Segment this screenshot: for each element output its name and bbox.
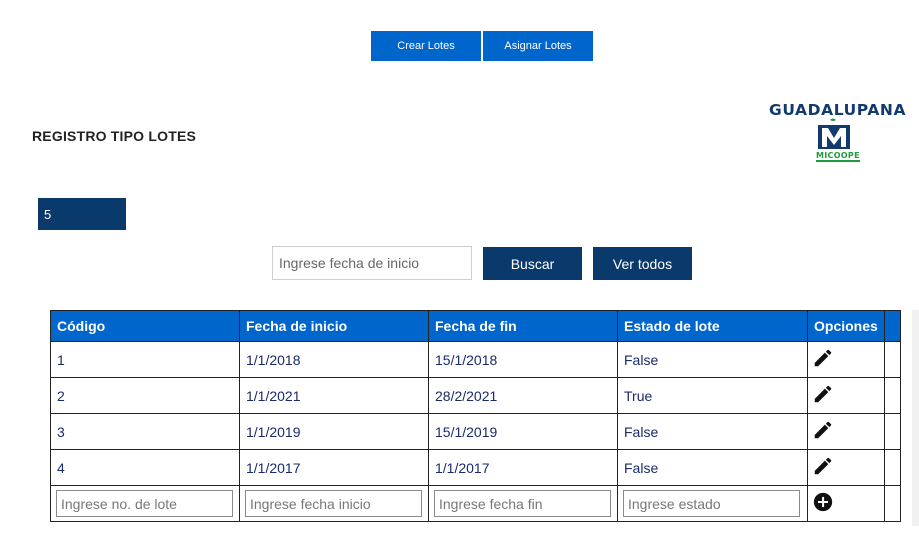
cell-estado: False	[617, 341, 808, 378]
new-estado-input[interactable]	[623, 490, 800, 517]
cell-codigo: 2	[50, 377, 240, 414]
cell-fecha-inicio: 1/1/2018	[239, 341, 429, 378]
cell-opciones	[807, 413, 885, 450]
ver-todos-button[interactable]: Ver todos	[593, 247, 692, 280]
table-row: 2 1/1/2021 28/2/2021 True	[50, 377, 901, 414]
counter-box: 5	[38, 198, 126, 230]
cell-opciones	[807, 341, 885, 378]
cell-spacer	[883, 413, 901, 450]
table-header-row: Código Fecha de inicio Fecha de fin Esta…	[50, 310, 901, 342]
new-codigo-input[interactable]	[56, 490, 233, 517]
cell-spacer	[883, 377, 901, 414]
table-row: 3 1/1/2019 15/1/2019 False	[50, 413, 901, 450]
cell-spacer	[883, 449, 901, 486]
logo-subtext: MICOOPE	[816, 151, 860, 162]
cell-codigo: 1	[50, 341, 240, 378]
cell-spacer	[883, 341, 901, 378]
cell-fecha-fin: 28/2/2021	[428, 377, 618, 414]
cell-estado: False	[617, 413, 808, 450]
cell-new-fin	[428, 485, 618, 522]
scrollbar-track[interactable]	[912, 310, 919, 526]
cell-new-codigo	[50, 485, 240, 522]
cell-fecha-inicio: 1/1/2019	[239, 413, 429, 450]
header-codigo: Código	[50, 310, 240, 342]
crear-lotes-button[interactable]: Crear Lotes	[371, 31, 481, 61]
micoope-logo-icon	[818, 118, 850, 149]
cell-new-inicio	[239, 485, 429, 522]
new-fecha-fin-input[interactable]	[434, 490, 611, 517]
cell-codigo: 3	[50, 413, 240, 450]
header-fecha-inicio: Fecha de inicio	[239, 310, 429, 342]
new-fecha-inicio-input[interactable]	[245, 490, 422, 517]
new-row	[50, 485, 901, 522]
lotes-table: Código Fecha de inicio Fecha de fin Esta…	[50, 310, 901, 522]
cell-new-opciones	[807, 485, 885, 522]
brand-logo: GUADALUPANA MICOOPE	[768, 101, 916, 165]
cell-fecha-inicio: 1/1/2021	[239, 377, 429, 414]
header-fecha-fin: Fecha de fin	[428, 310, 618, 342]
page-title: REGISTRO TIPO LOTES	[32, 128, 197, 144]
edit-pencil-icon[interactable]	[812, 419, 834, 444]
cell-fecha-fin: 1/1/2017	[428, 449, 618, 486]
lotes-table-wrap: Código Fecha de inicio Fecha de fin Esta…	[50, 310, 901, 522]
cell-fecha-inicio: 1/1/2017	[239, 449, 429, 486]
add-circle-icon[interactable]	[812, 491, 834, 516]
cell-opciones	[807, 449, 885, 486]
header-opciones: Opciones	[807, 310, 885, 342]
asignar-lotes-button[interactable]: Asignar Lotes	[483, 31, 593, 61]
edit-pencil-icon[interactable]	[812, 455, 834, 480]
fecha-inicio-search-input[interactable]	[272, 246, 472, 280]
cell-opciones	[807, 377, 885, 414]
edit-pencil-icon[interactable]	[812, 383, 834, 408]
cell-new-estado	[617, 485, 808, 522]
header-spacer	[883, 310, 901, 342]
buscar-button[interactable]: Buscar	[483, 247, 582, 280]
top-nav: Crear Lotes Asignar Lotes	[371, 31, 593, 61]
table-row: 4 1/1/2017 1/1/2017 False	[50, 449, 901, 486]
cell-fecha-fin: 15/1/2018	[428, 341, 618, 378]
cell-codigo: 4	[50, 449, 240, 486]
table-row: 1 1/1/2018 15/1/2018 False	[50, 341, 901, 378]
cell-spacer	[883, 485, 901, 522]
edit-pencil-icon[interactable]	[812, 347, 834, 372]
cell-estado: True	[617, 377, 808, 414]
cell-estado: False	[617, 449, 808, 486]
header-estado: Estado de lote	[617, 310, 808, 342]
cell-fecha-fin: 15/1/2019	[428, 413, 618, 450]
